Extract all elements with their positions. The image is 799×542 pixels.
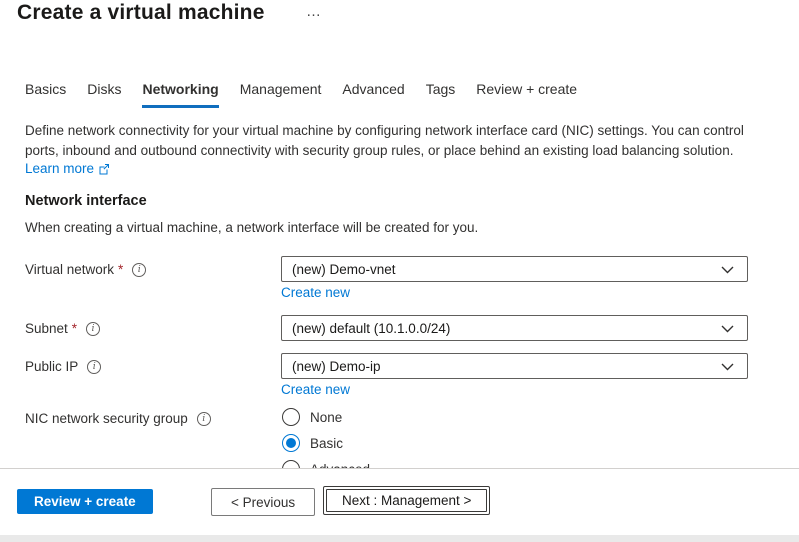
public-ip-label-text: Public IP <box>25 359 78 374</box>
virtual-network-label: Virtual network * i <box>25 262 146 277</box>
subnet-value: (new) default (10.1.0.0/24) <box>292 321 450 336</box>
required-marker: * <box>72 321 77 336</box>
radio-nsg-basic[interactable]: Basic <box>282 434 343 452</box>
info-icon[interactable]: i <box>132 263 146 277</box>
info-icon[interactable]: i <box>197 412 211 426</box>
radio-icon <box>282 408 300 426</box>
tab-bar: Basics Disks Networking Management Advan… <box>25 81 577 108</box>
create-vm-page: Create a virtual machine … Basics Disks … <box>0 0 799 542</box>
info-icon[interactable]: i <box>86 322 100 336</box>
tab-networking[interactable]: Networking <box>142 81 218 108</box>
radio-label: None <box>310 410 342 425</box>
radio-selected-icon <box>282 434 300 452</box>
subnet-label: Subnet * i <box>25 321 100 336</box>
previous-button[interactable]: < Previous <box>211 488 315 516</box>
subnet-label-text: Subnet <box>25 321 68 336</box>
tab-management[interactable]: Management <box>240 81 322 108</box>
radio-nsg-advanced[interactable]: Advanced <box>282 460 370 468</box>
learn-more-link[interactable]: Learn more <box>25 161 110 176</box>
virtual-network-value: (new) Demo-vnet <box>292 262 396 277</box>
external-link-icon <box>98 163 110 175</box>
networking-description: Define network connectivity for your vir… <box>25 121 762 160</box>
public-ip-dropdown[interactable]: (new) Demo-ip <box>281 353 748 379</box>
virtual-network-dropdown[interactable]: (new) Demo-vnet <box>281 256 748 282</box>
nic-nsg-label-text: NIC network security group <box>25 411 188 426</box>
bottom-window-edge <box>0 535 799 542</box>
public-ip-value: (new) Demo-ip <box>292 359 381 374</box>
required-marker: * <box>118 262 123 277</box>
chevron-down-icon <box>721 266 734 274</box>
info-icon[interactable]: i <box>87 360 101 374</box>
radio-label: Basic <box>310 436 343 451</box>
wizard-content: Create a virtual machine … Basics Disks … <box>0 0 799 468</box>
public-ip-create-new-link[interactable]: Create new <box>281 382 350 397</box>
subnet-dropdown[interactable]: (new) default (10.1.0.0/24) <box>281 315 748 341</box>
virtual-network-label-text: Virtual network <box>25 262 114 277</box>
section-heading: Network interface <box>25 193 147 209</box>
review-create-button[interactable]: Review + create <box>17 489 153 514</box>
footer-divider <box>0 468 799 469</box>
tab-basics[interactable]: Basics <box>25 81 66 108</box>
public-ip-label: Public IP i <box>25 359 101 374</box>
page-title: Create a virtual machine <box>17 1 265 25</box>
chevron-down-icon <box>721 325 734 333</box>
chevron-down-icon <box>721 363 734 371</box>
radio-nsg-none[interactable]: None <box>282 408 342 426</box>
next-management-button[interactable]: Next : Management > <box>323 486 490 515</box>
virtual-network-create-new-link[interactable]: Create new <box>281 285 350 300</box>
tab-disks[interactable]: Disks <box>87 81 121 108</box>
radio-icon <box>282 460 300 468</box>
tab-advanced[interactable]: Advanced <box>342 81 404 108</box>
tab-review-create[interactable]: Review + create <box>476 81 577 108</box>
tab-tags[interactable]: Tags <box>426 81 456 108</box>
learn-more-label: Learn more <box>25 161 94 176</box>
more-options-button[interactable]: … <box>306 3 322 20</box>
next-management-button-label: Next : Management > <box>326 489 487 512</box>
section-subtext: When creating a virtual machine, a netwo… <box>25 220 478 235</box>
nic-nsg-label: NIC network security group i <box>25 411 211 426</box>
